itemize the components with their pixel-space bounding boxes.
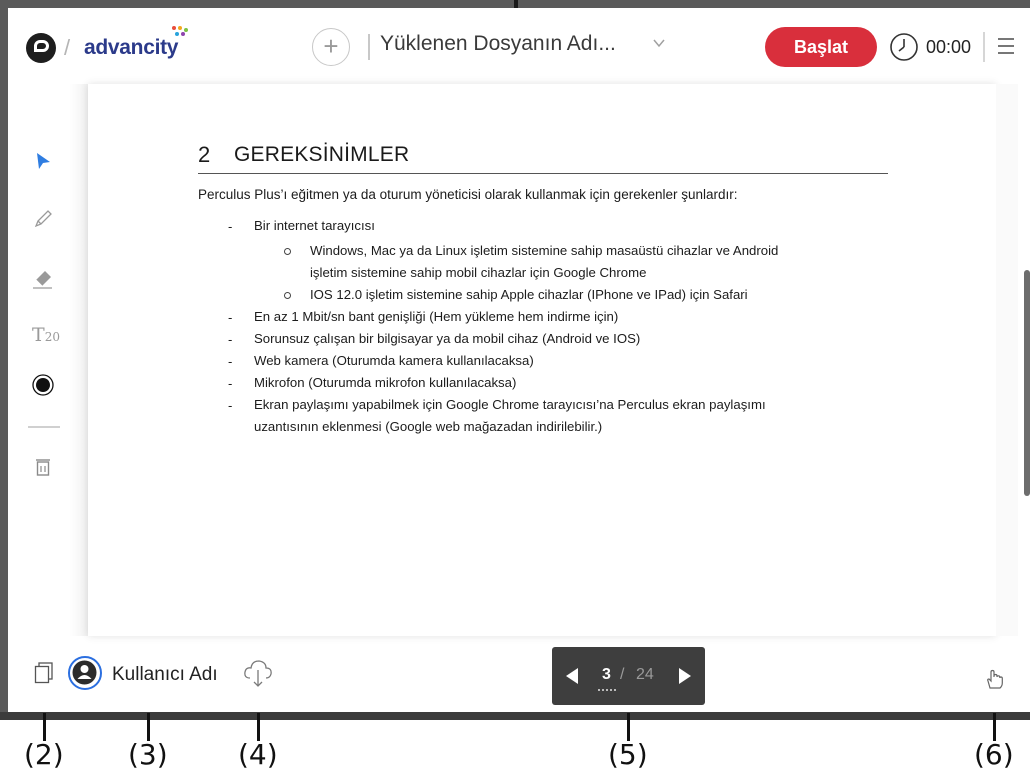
list-item-continued: uzantısının eklenmesi (Google web mağaza… [254,419,603,434]
sub-bullet-circle [284,292,291,299]
file-title[interactable]: Yüklenen Dosyanın Adı... [380,32,616,56]
total-pages: 24 [636,666,654,683]
page-separator: / [620,666,625,683]
callout-label: (3) [128,738,168,771]
menu-icon[interactable] [998,38,1014,54]
session-timer: 00:00 [926,37,972,57]
username: Kullanıcı Adı [112,664,218,685]
pages-icon[interactable] [34,662,54,684]
section-number: 2 [198,142,211,167]
callout-line [43,713,46,741]
bullet-dash: - [228,376,233,391]
chevron-down-icon[interactable] [652,36,666,50]
brand-dots-icon [168,26,188,38]
callout-label: (5) [608,738,648,771]
header-divider-right [983,32,985,62]
callout-line [993,713,996,741]
prev-page-button[interactable] [566,668,578,684]
pencil-tool[interactable] [28,204,58,234]
callout-label: (6) [974,738,1014,771]
current-page[interactable]: 3 [602,666,611,684]
callout-line [147,713,150,741]
next-page-button[interactable] [679,668,691,684]
intro-paragraph: Perculus Plus’ı eğitmen ya da oturum yön… [198,187,738,202]
cloud-download-icon[interactable] [242,656,274,690]
callout-label: (2) [24,738,64,771]
page-navigator: 3 / 24 [552,647,705,705]
eraser-icon [33,271,52,289]
section-heading: 2 GEREKSİNİMLER [198,142,888,174]
text-size-icon: T20 [32,324,60,346]
sub-list-item-continued: işletim sistemine sahip mobil cihazlar i… [310,265,647,280]
list-item: En az 1 Mbit/sn bant genişliği (Hem yükl… [254,309,619,324]
sub-bullet-circle [284,248,291,255]
pointer-icon [37,153,50,169]
brand-separator: / [64,35,71,60]
color-dot-icon [32,374,54,396]
bullet-dash: - [228,219,233,234]
toolbar-divider [28,426,60,428]
current-page-underline [598,689,616,691]
add-file-button[interactable]: + [312,28,350,66]
section-title: GEREKSİNİMLER [234,143,410,166]
scrollbar-handle[interactable] [1024,270,1030,496]
bullet-dash: - [228,354,233,369]
list-item: Sorunsuz çalışan bir bilgisayar ya da mo… [254,331,641,346]
bullet-dash: - [228,398,233,413]
document-margin [996,84,1018,636]
top-header: / advancity + Yüklenen Dosyanın Adı... B… [8,8,1030,84]
document-shadow [70,84,88,636]
sub-list-item: IOS 12.0 işletim sistemine sahip Apple c… [310,287,748,302]
list-item: Mikrofon (Oturumda mikrofon kullanılacak… [254,375,517,390]
pencil-icon [34,210,52,228]
user-avatar-icon[interactable] [68,656,102,690]
sub-list-item: Windows, Mac ya da Linux işletim sistemi… [310,243,779,258]
brand-name: advancity [84,36,179,59]
callout-label: (4) [238,738,278,771]
callout-line [627,713,630,741]
clock-icon [890,33,918,61]
plus-icon: + [323,31,339,61]
start-button[interactable]: Başlat [765,27,877,67]
eraser-tool[interactable] [28,262,58,292]
clear-tool[interactable] [28,452,58,482]
color-tool[interactable] [28,370,58,400]
trash-icon [36,459,50,476]
list-item: Web kamera (Oturumda kamera kullanılacak… [254,353,534,368]
logo-icon[interactable] [26,33,56,63]
callout-line [257,713,260,741]
bullet-dash: - [228,310,233,325]
pointer-tool[interactable] [28,146,58,176]
window-frame-left [0,0,8,718]
hand-icon[interactable] [984,668,1006,690]
list-item: Bir internet tarayıcısı [254,218,375,233]
header-divider [368,34,370,60]
presentation-app: / advancity + Yüklenen Dosyanın Adı... B… [8,8,1030,714]
window-frame-bottom [0,712,1030,720]
text-size-tool[interactable]: T20 [26,320,66,350]
list-item: Ekran paylaşımı yapabilmek için Google C… [254,397,766,412]
bullet-dash: - [228,332,233,347]
